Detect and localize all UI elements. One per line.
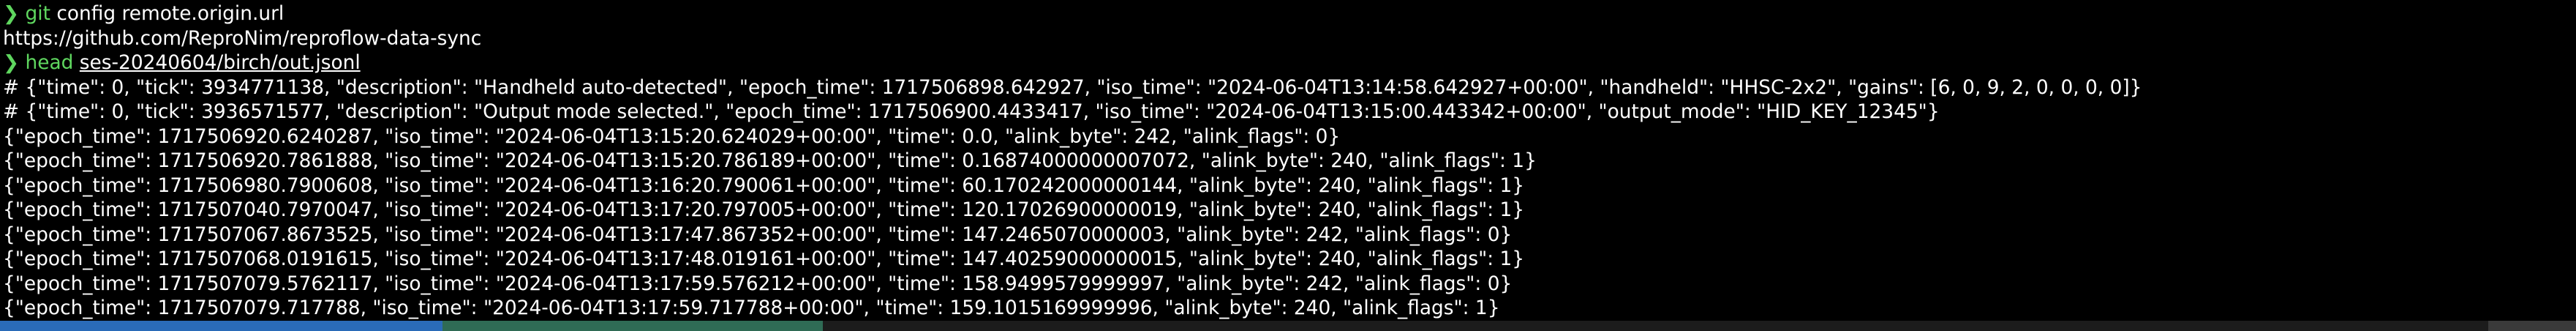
- command-args: config remote.origin.url: [56, 2, 285, 25]
- prompt-chevron-icon: ❯: [3, 51, 20, 74]
- output-line: {"epoch_time": 1717506980.7900608, "iso_…: [3, 174, 1525, 197]
- command-program: head: [25, 51, 74, 74]
- output-line: # {"time": 0, "tick": 3936571577, "descr…: [3, 100, 1940, 123]
- output-line: {"epoch_time": 1717506920.7861888, "iso_…: [3, 149, 1537, 172]
- output-line: {"epoch_time": 1717507067.8673525, "iso_…: [3, 223, 1513, 246]
- output-line: # {"time": 0, "tick": 3934771138, "descr…: [3, 75, 2142, 99]
- command-line-head: ❯ head ses-20240604/birch/out.jsonl: [3, 51, 2576, 75]
- command-line-git: ❯ git config remote.origin.url: [3, 1, 2576, 26]
- status-segment-window: [442, 321, 823, 331]
- command-program: git: [25, 2, 50, 25]
- tmux-status-bar: [0, 321, 2576, 331]
- status-segment-clock: [2488, 321, 2576, 331]
- output-line: {"epoch_time": 1717507079.5762117, "iso_…: [3, 272, 1513, 295]
- output-line: {"epoch_time": 1717507068.0191615, "iso_…: [3, 248, 1525, 270]
- output-line: https://github.com/ReproNim/reproflow-da…: [3, 26, 482, 50]
- file-path-link[interactable]: ses-20240604/birch/out.jsonl: [80, 51, 361, 74]
- status-segment-session: [0, 321, 442, 331]
- output-line: {"epoch_time": 1717506920.6240287, "iso_…: [3, 124, 1341, 148]
- terminal-output[interactable]: ❯ git config remote.origin.url https://g…: [3, 1, 2576, 321]
- output-line: {"epoch_time": 1717507079.717788, "iso_t…: [3, 297, 1500, 319]
- output-line: {"epoch_time": 1717507040.7970047, "iso_…: [3, 198, 1525, 221]
- prompt-chevron-icon: ❯: [3, 2, 20, 25]
